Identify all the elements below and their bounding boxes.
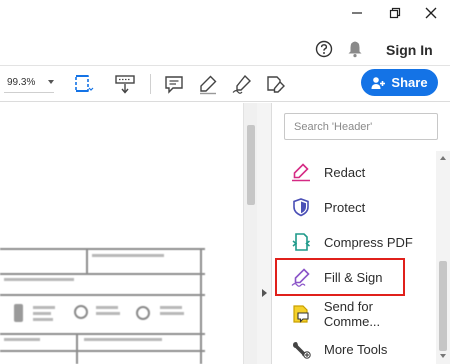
- minimize-button[interactable]: [340, 0, 374, 26]
- share-button[interactable]: Share: [361, 69, 438, 96]
- tool-send-for-comment[interactable]: Send for Comme...: [284, 299, 432, 329]
- chevron-down-icon: [48, 80, 54, 84]
- bell-icon[interactable]: [347, 40, 363, 58]
- chevron-right-icon[interactable]: [262, 289, 267, 297]
- document-scrollbar-thumb[interactable]: [247, 125, 255, 205]
- redact-icon: [290, 161, 312, 183]
- toolbar-separator: [150, 74, 151, 94]
- restore-button[interactable]: [378, 0, 412, 26]
- sign-pen-icon[interactable]: [231, 73, 253, 95]
- share-label: Share: [391, 75, 428, 90]
- tool-fill-sign[interactable]: Fill & Sign: [275, 258, 405, 296]
- comment-icon[interactable]: [163, 73, 185, 95]
- compress-pdf-icon: [290, 231, 312, 253]
- minimize-icon: [352, 12, 362, 14]
- scroll-mode-icon[interactable]: [114, 73, 136, 95]
- shield-icon: [290, 196, 312, 218]
- sign-in-link[interactable]: Sign In: [386, 42, 433, 58]
- restore-icon: [389, 7, 401, 19]
- tool-redact[interactable]: Redact: [284, 158, 432, 186]
- tool-label: Fill & Sign: [324, 269, 383, 285]
- document-scrollbar[interactable]: [243, 103, 257, 364]
- fit-page-icon[interactable]: [72, 73, 94, 95]
- panel-collapse-strip[interactable]: [257, 103, 272, 364]
- scroll-up-icon[interactable]: [440, 156, 446, 160]
- tool-label: Protect: [324, 199, 366, 215]
- send-for-comment-icon: [290, 303, 312, 325]
- tool-label: More Tools: [324, 341, 388, 357]
- fill-sign-icon: [290, 266, 312, 288]
- menu-bar: Sign In: [0, 34, 450, 66]
- blurred-form-content: [0, 248, 205, 364]
- tools-panel: Search 'Header' Redact Protect Compress …: [272, 103, 450, 364]
- tool-label: Compress PDF: [324, 234, 413, 250]
- tool-label: Send for Comme...: [323, 299, 381, 329]
- highlight-pen-icon[interactable]: [197, 73, 219, 95]
- tool-protect[interactable]: Protect: [284, 193, 432, 221]
- add-person-icon: [371, 76, 386, 89]
- close-icon: [425, 7, 437, 19]
- stamp-edit-icon[interactable]: [265, 73, 287, 95]
- document-view[interactable]: [0, 103, 243, 364]
- help-icon[interactable]: [315, 40, 333, 58]
- zoom-select[interactable]: 99.3%: [4, 73, 54, 93]
- tools-panel-scrollbar[interactable]: [436, 151, 450, 364]
- zoom-value: 99.3%: [7, 77, 36, 88]
- close-button[interactable]: [414, 0, 448, 26]
- more-tools-icon: [290, 338, 312, 360]
- scroll-down-icon[interactable]: [440, 354, 446, 358]
- tool-more-tools[interactable]: More Tools: [284, 335, 432, 363]
- tools-search-input[interactable]: Search 'Header': [284, 113, 438, 140]
- tool-label: Redact: [324, 164, 366, 180]
- tool-compress-pdf[interactable]: Compress PDF: [284, 228, 432, 256]
- tools-panel-scrollbar-thumb[interactable]: [439, 261, 447, 351]
- title-bar: [0, 0, 450, 28]
